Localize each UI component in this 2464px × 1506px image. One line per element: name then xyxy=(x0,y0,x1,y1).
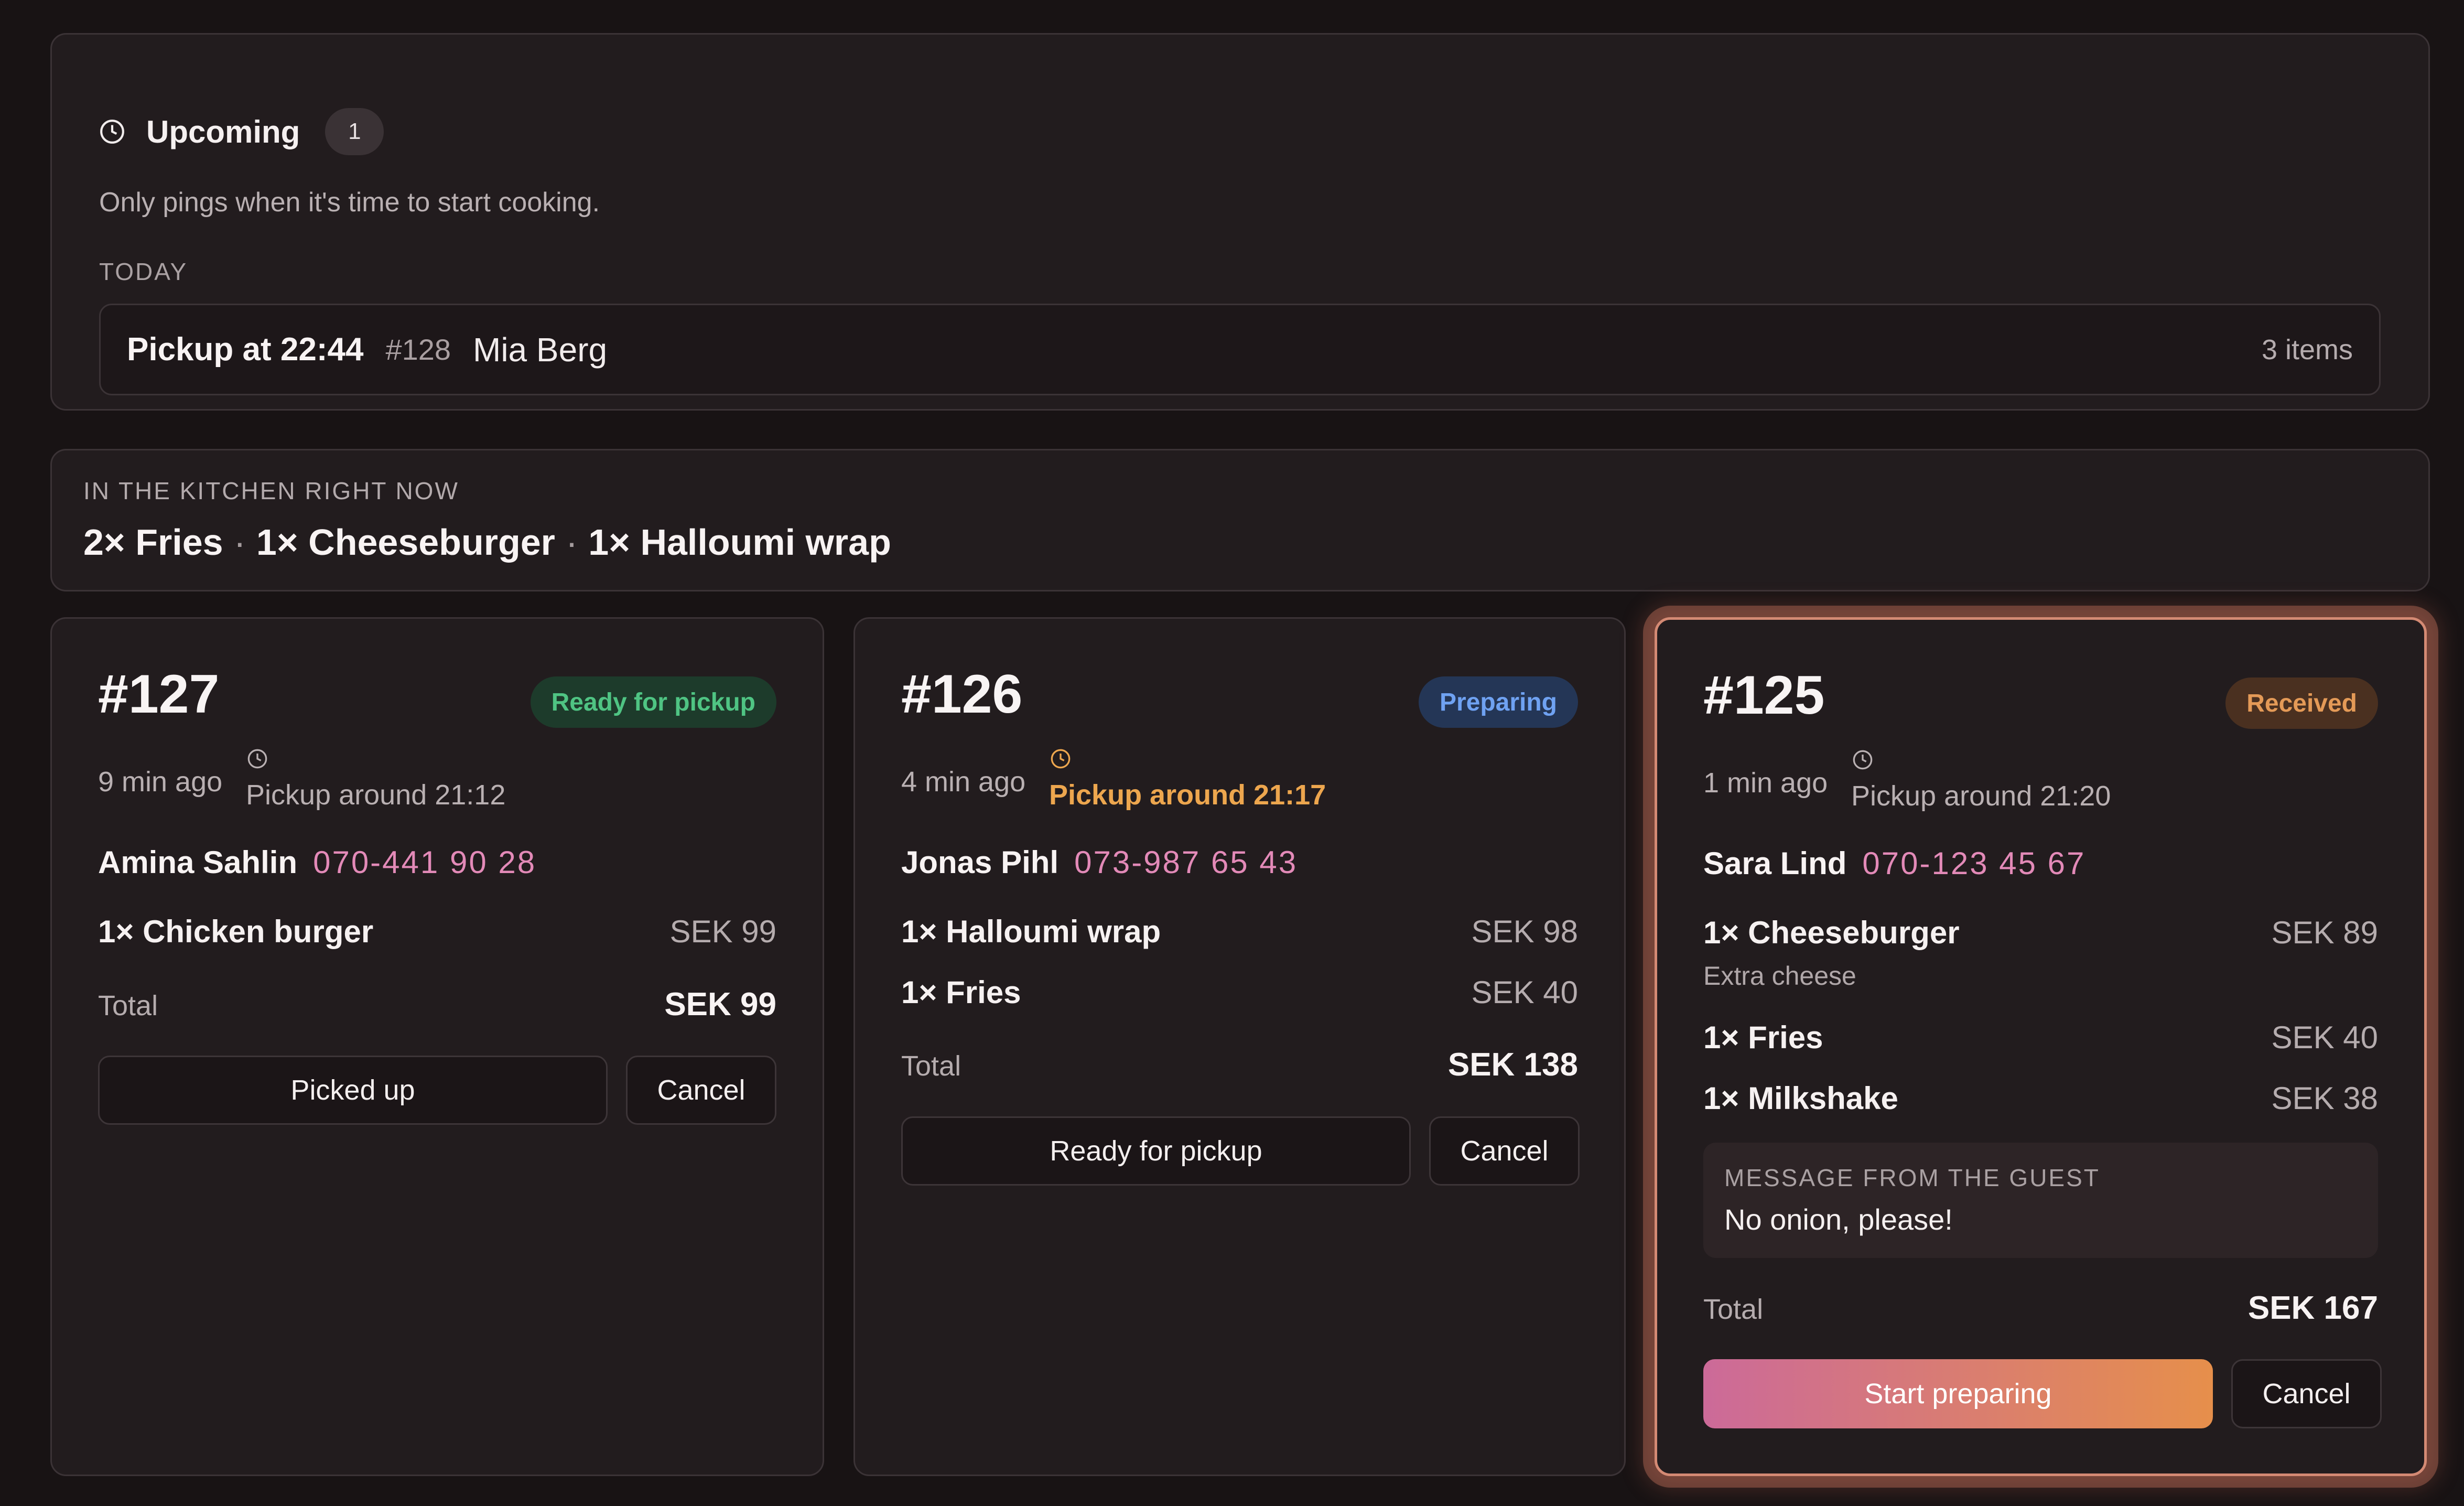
order-item: 1× Fries SEK 40 xyxy=(901,974,1578,1010)
item-price: SEK 40 xyxy=(1471,975,1578,1010)
ready-for-pickup-button[interactable]: Ready for pickup xyxy=(901,1116,1411,1186)
order-number: #127 xyxy=(98,664,220,725)
order-age: 9 min ago xyxy=(98,766,223,798)
customer-info: Sara Lind 070-123 45 67 xyxy=(1703,845,2085,881)
cancel-button[interactable]: Cancel xyxy=(626,1056,776,1125)
order-age: 1 min ago xyxy=(1703,767,1828,799)
clock-icon xyxy=(1853,750,1873,770)
order-item: 1× Fries SEK 40 xyxy=(1703,1019,2378,1056)
start-preparing-button[interactable]: Start preparing xyxy=(1703,1359,2213,1428)
order-item: 1× Cheeseburger SEK 89 xyxy=(1703,915,2378,951)
item-price: SEK 89 xyxy=(2271,915,2378,950)
item-name: 1× Fries xyxy=(1703,1020,1823,1055)
guest-message-text: No onion, please! xyxy=(1724,1203,1953,1236)
item-price: SEK 40 xyxy=(2271,1020,2378,1055)
total-label: Total xyxy=(1703,1294,1764,1325)
upcoming-order-number: #128 xyxy=(385,333,451,366)
clock-icon xyxy=(100,120,124,144)
item-name: 1× Chicken burger xyxy=(98,914,374,949)
order-total: Total SEK 167 xyxy=(1703,1289,2378,1327)
order-card-126: #126 Preparing 4 min ago Pickup around 2… xyxy=(853,617,1626,1476)
upcoming-item-count: 3 items xyxy=(2261,334,2353,365)
order-card-127: #127 Ready for pickup 9 min ago Pickup a… xyxy=(50,617,824,1476)
upcoming-customer-name: Mia Berg xyxy=(473,330,608,369)
guest-message-box: MESSAGE FROM THE GUEST No onion, please! xyxy=(1703,1143,2378,1258)
order-item: 1× Milkshake SEK 38 xyxy=(1703,1080,2378,1116)
order-item: 1× Halloumi wrap SEK 98 xyxy=(901,913,1578,950)
cancel-button[interactable]: Cancel xyxy=(1429,1116,1580,1186)
status-badge: Received xyxy=(2225,677,2378,729)
clock-icon xyxy=(1051,749,1071,769)
customer-info: Jonas Pihl 073-987 65 43 xyxy=(901,844,1298,880)
order-number: #126 xyxy=(901,664,1023,725)
customer-phone[interactable]: 070-123 45 67 xyxy=(1862,846,2085,881)
item-price: SEK 98 xyxy=(1471,914,1578,949)
picked-up-button[interactable]: Picked up xyxy=(98,1056,608,1125)
upcoming-order-row[interactable]: Pickup at 22:44 #128 Mia Berg 3 items xyxy=(99,304,2381,395)
kitchen-item: 1× Halloumi wrap xyxy=(588,522,891,563)
item-name: 1× Halloumi wrap xyxy=(901,914,1161,949)
customer-phone[interactable]: 073-987 65 43 xyxy=(1074,845,1298,880)
item-name: 1× Fries xyxy=(901,975,1021,1010)
upcoming-group-label: TODAY xyxy=(99,258,188,285)
item-name: 1× Cheeseburger xyxy=(1703,915,1960,950)
separator-dot: · xyxy=(565,522,578,563)
total-value: SEK 99 xyxy=(664,986,776,1023)
upcoming-pickup-time: Pickup at 22:44 xyxy=(127,331,364,368)
kitchen-label: IN THE KITCHEN RIGHT NOW xyxy=(83,477,459,504)
order-item: 1× Chicken burger SEK 99 xyxy=(98,913,776,950)
kitchen-item: 2× Fries xyxy=(83,522,223,563)
pickup-time: Pickup around 21:12 xyxy=(246,779,506,811)
upcoming-count-badge: 1 xyxy=(325,108,384,155)
total-value: SEK 167 xyxy=(2247,1290,2378,1326)
customer-name: Amina Sahlin xyxy=(98,845,298,880)
upcoming-panel: Upcoming 1 Only pings when it's time to … xyxy=(50,33,2430,411)
order-number: #125 xyxy=(1703,665,1825,726)
pickup-time: Pickup around 21:20 xyxy=(1851,780,2111,812)
customer-info: Amina Sahlin 070-441 90 28 xyxy=(98,844,536,880)
pickup-time: Pickup around 21:17 xyxy=(1049,779,1326,811)
total-value: SEK 138 xyxy=(1447,1047,1578,1083)
item-price: SEK 38 xyxy=(2271,1081,2378,1116)
customer-name: Jonas Pihl xyxy=(901,845,1059,880)
upcoming-title: Upcoming xyxy=(146,114,300,149)
status-badge: Preparing xyxy=(1418,676,1578,728)
separator-dot: · xyxy=(233,522,246,563)
kitchen-summary-panel: IN THE KITCHEN RIGHT NOW 2× Fries · 1× Che… xyxy=(50,449,2430,591)
customer-name: Sara Lind xyxy=(1703,846,1847,881)
guest-message-label: MESSAGE FROM THE GUEST xyxy=(1724,1164,2100,1191)
kitchen-items: 2× Fries · 1× Cheeseburger · 1× Halloumi wra… xyxy=(83,521,891,563)
order-age: 4 min ago xyxy=(901,766,1026,798)
clock-icon xyxy=(247,749,267,769)
order-total: Total SEK 138 xyxy=(901,1046,1578,1083)
status-badge: Ready for pickup xyxy=(530,676,776,728)
order-total: Total SEK 99 xyxy=(98,986,776,1023)
total-label: Total xyxy=(98,990,158,1021)
item-price: SEK 99 xyxy=(669,914,776,949)
kitchen-item: 1× Cheeseburger xyxy=(256,522,555,563)
customer-phone[interactable]: 070-441 90 28 xyxy=(313,845,536,880)
item-note: Extra cheese xyxy=(1703,961,1856,991)
cancel-button[interactable]: Cancel xyxy=(2231,1359,2382,1428)
order-card-125: #125 Received 1 min ago Pickup around 21… xyxy=(1655,617,2427,1476)
item-name: 1× Milkshake xyxy=(1703,1081,1898,1116)
upcoming-header: Upcoming 1 xyxy=(99,105,384,158)
upcoming-subtitle: Only pings when it's time to start cooki… xyxy=(99,187,600,218)
total-label: Total xyxy=(901,1050,961,1082)
